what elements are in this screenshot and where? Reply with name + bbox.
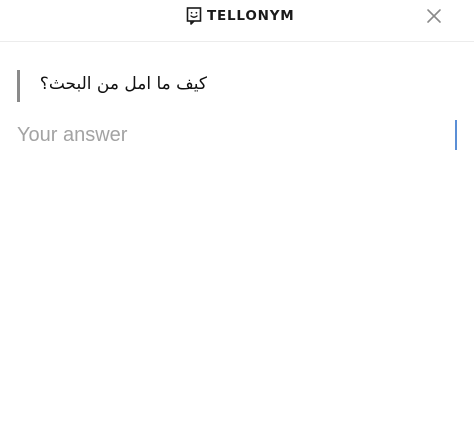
text-caret <box>455 120 457 150</box>
quote-bar <box>17 70 20 102</box>
close-icon <box>427 9 441 23</box>
app-name: TELLONYM <box>207 8 295 24</box>
question-quote: كيف ما امل من البحث؟ <box>17 70 207 102</box>
answer-screen: TELLONYM كيف ما امل من البحث؟ <box>0 0 474 427</box>
brand-logo: TELLONYM <box>186 6 295 26</box>
header-bar: TELLONYM <box>0 0 474 42</box>
question-text: كيف ما امل من البحث؟ <box>39 74 207 94</box>
answer-input[interactable] <box>17 118 457 152</box>
close-button[interactable] <box>424 6 444 26</box>
tellonym-face-icon <box>186 7 202 25</box>
